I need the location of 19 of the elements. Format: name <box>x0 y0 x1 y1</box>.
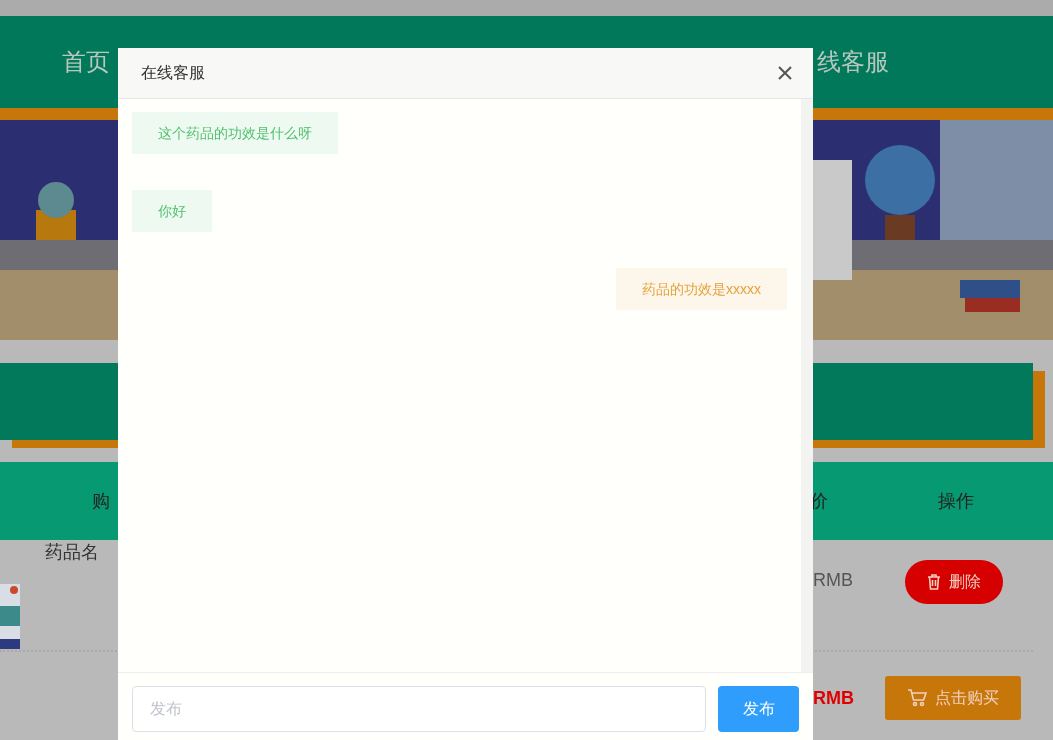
drug-name: 药品名 <box>45 542 99 562</box>
message-input[interactable]: 发布 <box>132 686 706 732</box>
chat-message: 这个药品的功效是什么呀 <box>132 112 338 154</box>
close-button[interactable] <box>777 65 793 81</box>
chat-message: 药品的功效是xxxxx <box>616 268 787 310</box>
price: RMB <box>813 570 853 591</box>
send-button[interactable]: 发布 <box>718 686 799 732</box>
nav-link[interactable]: 线客服 <box>817 46 889 78</box>
nav-link[interactable]: 首页 <box>62 46 110 78</box>
buy-button[interactable]: 点击购买 <box>885 676 1021 720</box>
column-header: 操作 <box>938 490 975 513</box>
price: RMB <box>813 688 854 709</box>
scrollbar[interactable] <box>801 99 813 672</box>
trash-icon <box>927 574 941 590</box>
chat-message: 你好 <box>132 190 212 232</box>
dialog-title: 在线客服 <box>141 62 205 83</box>
delete-button[interactable]: 删除 <box>905 560 1003 604</box>
cart-icon <box>907 689 927 707</box>
column-header: 购 <box>91 490 111 513</box>
